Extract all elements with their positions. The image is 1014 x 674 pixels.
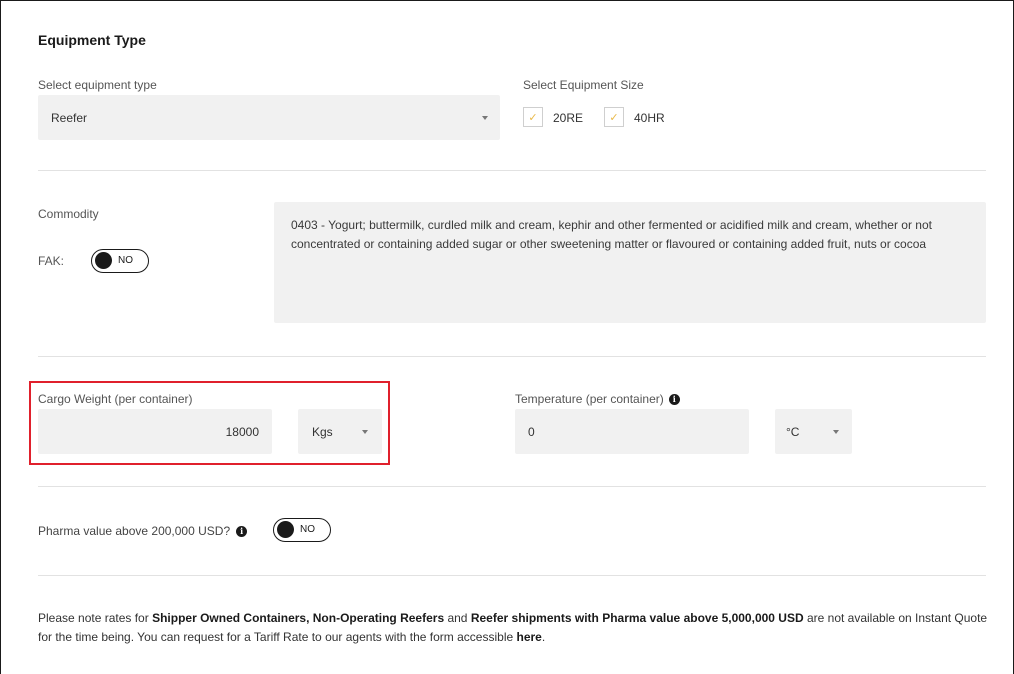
info-icon[interactable]: i xyxy=(668,393,680,405)
size-20re-label: 20RE xyxy=(553,111,584,125)
temperature-input[interactable]: 0 xyxy=(515,409,749,454)
check-icon: ✓ xyxy=(528,111,538,124)
cargo-weight-value: 18000 xyxy=(225,425,259,439)
section-title: Equipment Type xyxy=(38,32,146,48)
equipment-type-label: Select equipment type xyxy=(38,78,157,92)
note-text: . xyxy=(541,630,546,644)
temperature-label: Temperature (per container) xyxy=(515,392,664,406)
equipment-size-label: Select Equipment Size xyxy=(523,78,644,92)
commodity-label: Commodity xyxy=(38,207,99,221)
note-bold: Reefer shipments with Pharma value above… xyxy=(470,611,804,625)
divider xyxy=(38,170,986,171)
commodity-description-field[interactable]: 0403 - Yogurt; buttermilk, curdled milk … xyxy=(274,202,986,323)
note-text: and xyxy=(444,611,471,625)
check-icon: ✓ xyxy=(609,111,619,124)
divider xyxy=(38,356,986,357)
tariff-form-link[interactable]: here xyxy=(517,630,542,644)
temperature-unit-select[interactable]: °C xyxy=(775,409,852,454)
pharma-toggle[interactable]: NO xyxy=(273,518,331,542)
weight-unit-select[interactable]: Kgs xyxy=(298,409,382,454)
fak-toggle[interactable]: NO xyxy=(91,249,149,273)
divider xyxy=(38,575,986,576)
chevron-down-icon xyxy=(482,116,488,120)
note-text: Please note rates for xyxy=(38,611,153,625)
chevron-down-icon xyxy=(362,430,368,434)
pharma-toggle-text: NO xyxy=(300,524,315,535)
size-20re-checkbox[interactable]: ✓ xyxy=(523,107,543,127)
size-40hr-label: 40HR xyxy=(634,111,665,125)
weight-unit-value: Kgs xyxy=(312,425,333,439)
info-note: Please note rates for Shipper Owned Cont… xyxy=(38,609,988,647)
commodity-description-text: 0403 - Yogurt; buttermilk, curdled milk … xyxy=(291,218,932,251)
temperature-label-group: Temperature (per container) i xyxy=(515,392,680,406)
pharma-label: Pharma value above 200,000 USD? xyxy=(38,524,231,538)
temperature-unit-value: °C xyxy=(786,425,800,439)
divider xyxy=(38,486,986,487)
toggle-knob xyxy=(95,252,112,269)
cargo-weight-input[interactable]: 18000 xyxy=(38,409,272,454)
fak-label: FAK: xyxy=(38,254,65,268)
equipment-type-value: Reefer xyxy=(51,111,88,125)
chevron-down-icon xyxy=(833,430,839,434)
info-icon[interactable]: i xyxy=(236,525,248,537)
note-bold: Shipper Owned Containers, Non-Operating … xyxy=(152,611,445,625)
size-40hr-checkbox[interactable]: ✓ xyxy=(604,107,624,127)
temperature-value: 0 xyxy=(528,425,535,439)
toggle-knob xyxy=(277,521,294,538)
pharma-row: Pharma value above 200,000 USD? i xyxy=(38,524,248,538)
fak-toggle-text: NO xyxy=(118,255,133,266)
equipment-type-select[interactable]: Reefer xyxy=(38,95,500,140)
cargo-weight-label: Cargo Weight (per container) xyxy=(38,392,193,406)
